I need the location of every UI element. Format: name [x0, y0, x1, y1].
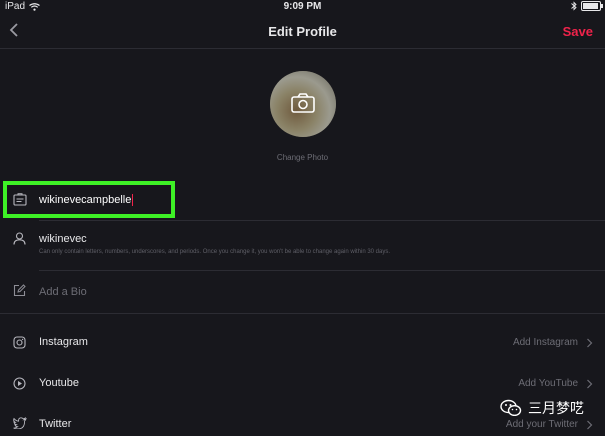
instagram-row[interactable]: Instagram Add Instagram [0, 330, 605, 356]
add-twitter-link[interactable]: Add your Twitter [506, 419, 578, 430]
bio-row[interactable]: Add a Bio [0, 280, 605, 310]
status-bar: iPad 9:09 PM [0, 0, 605, 14]
bio-field: Add a Bio [39, 286, 87, 298]
watermark-text: 三月梦呓 [528, 400, 584, 416]
status-time: 9:09 PM [283, 1, 322, 12]
youtube-icon [13, 377, 26, 390]
nav-bar: Edit Profile Save [0, 14, 605, 49]
chevron-right-icon [587, 420, 593, 430]
divider [0, 313, 605, 314]
watermark: 三月梦呓 [500, 398, 584, 418]
chevron-right-icon [587, 338, 593, 348]
username-value: wikinevec [39, 233, 87, 245]
youtube-row[interactable]: Youtube Add YouTube [0, 371, 605, 397]
instagram-icon [13, 336, 26, 349]
add-youtube-link[interactable]: Add YouTube [518, 378, 578, 389]
chevron-right-icon [587, 379, 593, 389]
add-instagram-link[interactable]: Add Instagram [513, 337, 578, 348]
divider [39, 220, 605, 221]
change-photo-link[interactable]: Change Photo [0, 153, 605, 162]
highlight-box [3, 181, 175, 218]
username-hint: Can only contain letters, numbers, under… [39, 249, 391, 255]
page-title: Edit Profile [268, 24, 337, 39]
divider [39, 270, 605, 271]
battery-icon [581, 1, 603, 11]
avatar[interactable] [270, 71, 336, 137]
wechat-icon [500, 399, 522, 417]
twitter-icon [13, 417, 27, 429]
bluetooth-icon [571, 1, 577, 11]
youtube-label: Youtube [39, 377, 79, 389]
instagram-label: Instagram [39, 336, 88, 348]
twitter-label: Twitter [39, 418, 72, 430]
camera-icon [291, 93, 315, 113]
user-icon [13, 232, 26, 245]
edit-icon [13, 284, 26, 297]
save-button[interactable]: Save [563, 24, 593, 39]
